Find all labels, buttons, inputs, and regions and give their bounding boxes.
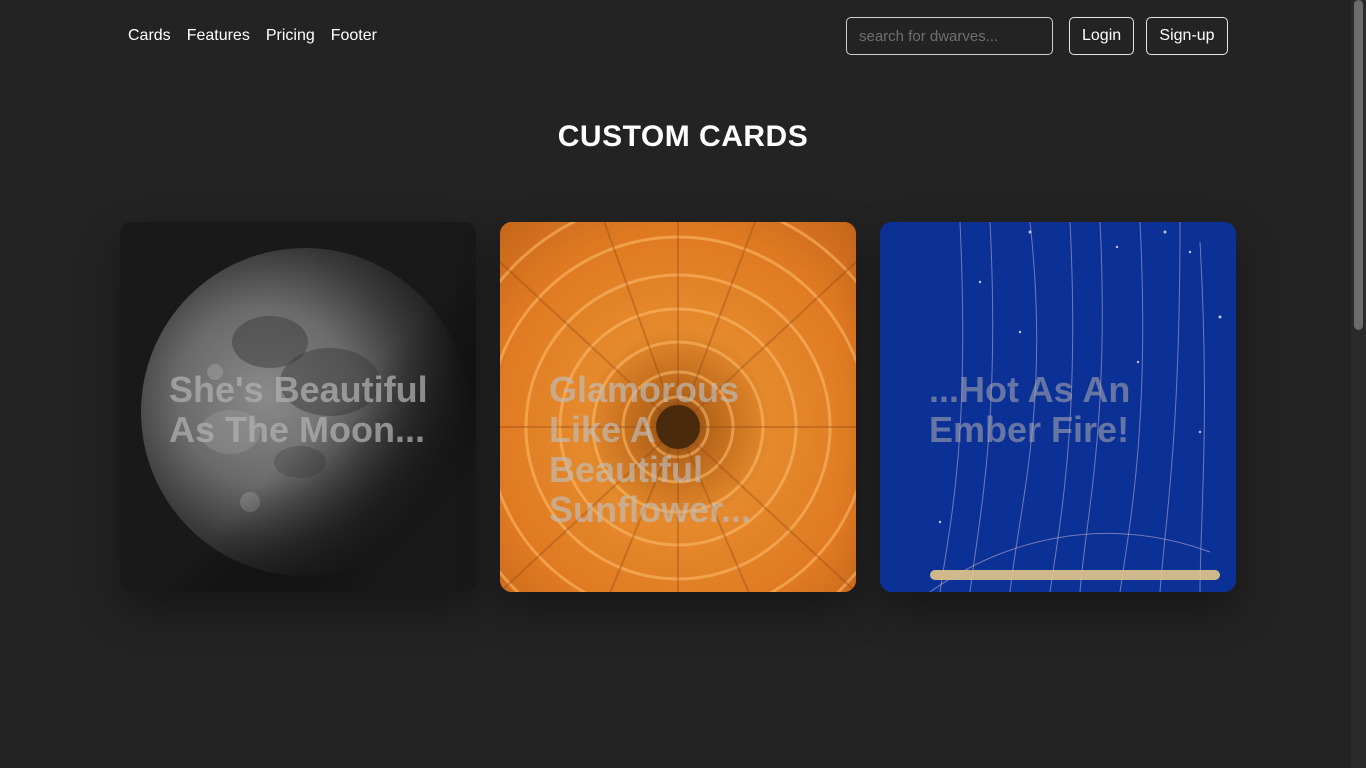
card-flower-caption: Glamorous Like A Beautiful Sunflower...: [549, 369, 752, 530]
nav-link-cards[interactable]: Cards: [128, 26, 171, 46]
login-button[interactable]: Login: [1069, 17, 1134, 55]
page: Cards Features Pricing Footer Login Sign…: [0, 0, 1366, 768]
page-title: CUSTOM CARDS: [557, 120, 809, 153]
card-moon[interactable]: She's Beautiful As The Moon...: [120, 222, 476, 592]
nav-link-features[interactable]: Features: [187, 26, 250, 46]
card-flower[interactable]: Glamorous Like A Beautiful Sunflower...: [500, 222, 856, 592]
card-jellyfish-caption: ...Hot As An Ember Fire!: [929, 369, 1131, 450]
signup-button[interactable]: Sign-up: [1146, 17, 1228, 55]
scrollbar[interactable]: [1351, 0, 1366, 768]
card-moon-caption: She's Beautiful As The Moon...: [169, 369, 428, 450]
main-nav: Cards Features Pricing Footer: [128, 26, 393, 46]
card-jellyfish[interactable]: ...Hot As An Ember Fire!: [880, 222, 1236, 592]
nav-link-footer[interactable]: Footer: [331, 26, 377, 46]
nav-link-pricing[interactable]: Pricing: [266, 26, 315, 46]
search-input[interactable]: [846, 17, 1053, 55]
scrollbar-thumb[interactable]: [1354, 0, 1363, 330]
